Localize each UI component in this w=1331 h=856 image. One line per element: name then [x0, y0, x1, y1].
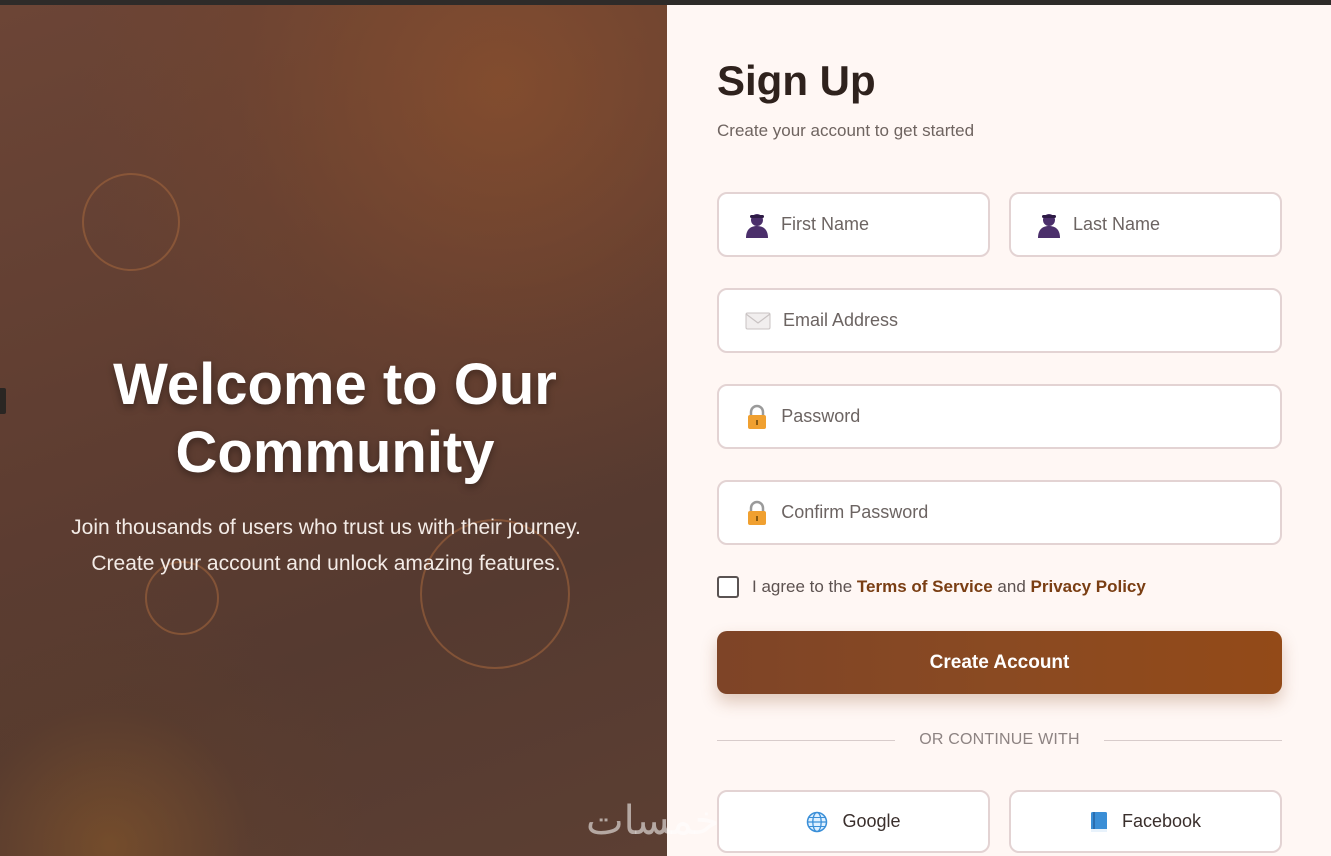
- user-icon: [745, 212, 769, 238]
- confirm-password-field[interactable]: [717, 480, 1282, 545]
- privacy-policy-link[interactable]: Privacy Policy: [1031, 577, 1146, 597]
- globe-icon: [806, 811, 828, 833]
- first-name-field[interactable]: [717, 192, 990, 257]
- lock-icon: [745, 500, 769, 526]
- welcome-panel: Welcome to Our Community Join thousands …: [0, 5, 667, 856]
- side-handle[interactable]: [0, 388, 6, 414]
- google-label: Google: [842, 811, 901, 831]
- last-name-field[interactable]: [1009, 192, 1282, 257]
- book-icon: [1090, 811, 1108, 833]
- facebook-signup-button[interactable]: Facebook: [1009, 790, 1282, 853]
- welcome-title: Welcome to Our Community: [113, 352, 557, 485]
- page-title: Sign Up: [717, 57, 876, 104]
- facebook-label: Facebook: [1121, 811, 1202, 831]
- agree-prefix-text: I agree to the: [752, 577, 853, 596]
- confirm-password-input[interactable]: [781, 482, 1280, 543]
- password-input[interactable]: [781, 386, 1280, 447]
- site-watermark: خمسات: [586, 798, 720, 844]
- page-subtitle: Create your account to get started: [717, 121, 975, 140]
- terms-checkbox[interactable]: [717, 576, 739, 598]
- decorative-circle: [82, 173, 180, 271]
- first-name-input[interactable]: [781, 194, 988, 255]
- terms-of-service-link[interactable]: Terms of Service: [857, 577, 993, 597]
- create-account-button[interactable]: Create Account: [717, 631, 1282, 694]
- user-icon: [1037, 212, 1061, 238]
- email-field[interactable]: [717, 288, 1282, 353]
- password-field[interactable]: [717, 384, 1282, 449]
- last-name-input[interactable]: [1073, 194, 1280, 255]
- terms-agreement: I agree to the Terms of Service and Priv…: [717, 576, 1146, 598]
- divider-line: [1104, 740, 1282, 741]
- agree-and-text: and: [997, 577, 1026, 596]
- envelope-icon: [745, 308, 771, 334]
- welcome-text: Join thousands of users who trust us wit…: [71, 516, 581, 575]
- signup-panel: Sign Up Create your account to get start…: [667, 5, 1331, 856]
- or-divider: OR CONTINUE WITH: [717, 729, 1282, 751]
- google-signup-button[interactable]: Google: [717, 790, 990, 853]
- lock-icon: [745, 404, 769, 430]
- email-input[interactable]: [783, 290, 1280, 351]
